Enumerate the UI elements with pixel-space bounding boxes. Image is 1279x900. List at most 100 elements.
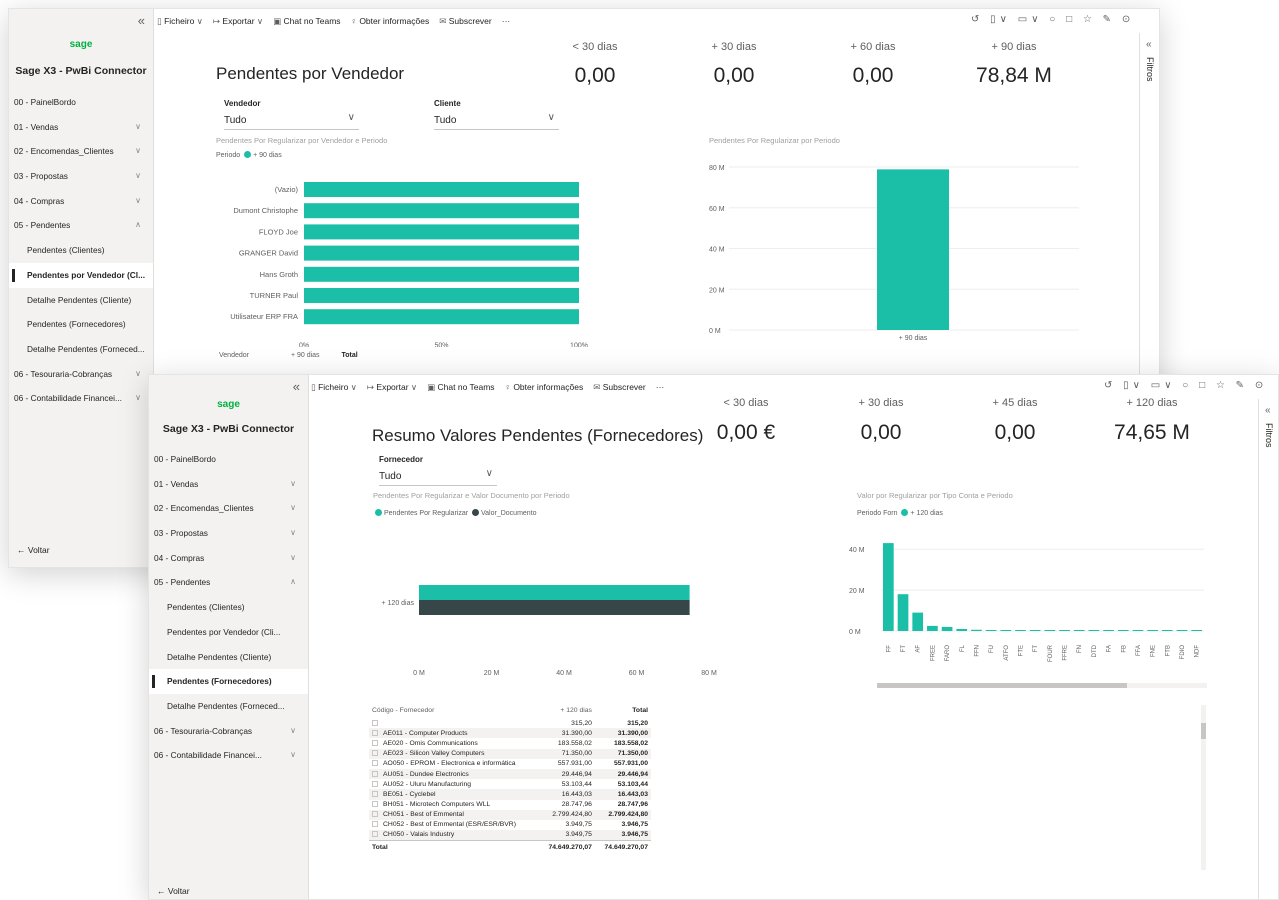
expand-row-icon[interactable] [372, 790, 378, 797]
sidebar-item[interactable]: 06 - Tesouraria-Cobranças ∨ [149, 719, 308, 744]
more-options-icon[interactable]: ··· [502, 16, 511, 26]
expand-row-icon[interactable] [372, 719, 378, 726]
sidebar-item[interactable]: Pendentes por Vendedor (Cli... [149, 620, 308, 645]
sidebar-item[interactable]: 02 - Encomendas_Clientes ∨ [149, 496, 308, 521]
chevron-icon[interactable]: ∨ [135, 189, 141, 214]
file-menu[interactable]: ▯ Ficheiro ∨ [311, 382, 357, 393]
file-menu[interactable]: ▯ Ficheiro ∨ [157, 16, 203, 27]
chevron-icon[interactable]: ∨ [290, 521, 296, 546]
sidebar-item[interactable]: 00 - PainelBordo [9, 90, 153, 115]
sidebar-item[interactable]: 06 - Contabilidade Financei... ∨ [9, 386, 153, 411]
expand-row-icon[interactable] [372, 770, 378, 777]
export-label: Exportar [222, 15, 255, 26]
sidebar-item[interactable]: 03 - Propostas ∨ [9, 164, 153, 189]
filters-pane[interactable]: « Filtros [1258, 399, 1278, 899]
sidebar-item[interactable]: 01 - Vendas ∨ [149, 472, 308, 497]
table-row[interactable]: BE051 - Cyclebel 16.443,03 16.443,03 [369, 789, 651, 800]
chevron-icon[interactable]: ∨ [135, 115, 141, 140]
insights-button[interactable]: ♀ Obter informações [351, 16, 430, 26]
expand-row-icon[interactable] [372, 811, 378, 818]
scrollbar-thumb[interactable] [877, 683, 1127, 688]
sidebar-item[interactable]: Pendentes (Clientes) [149, 595, 308, 620]
sidebar-item[interactable]: 05 - Pendentes ∧ [149, 570, 308, 595]
table-row[interactable]: AO050 - EPROM - Electronica e informátic… [369, 759, 651, 769]
sidebar-item[interactable]: 02 - Encomendas_Clientes ∨ [9, 139, 153, 164]
chevron-icon[interactable]: ∨ [290, 546, 296, 571]
chevron-icon[interactable]: ∨ [290, 743, 296, 768]
sidebar-item[interactable]: Pendentes (Fornecedores) [149, 669, 308, 694]
table-row[interactable]: AU051 - Dundee Electronics 29.446,94 29.44… [369, 768, 651, 780]
insights-button[interactable]: ♀ Obter informações [505, 382, 584, 392]
chevron-icon[interactable]: ∨ [135, 386, 141, 411]
sidebar-item[interactable]: 01 - Vendas ∨ [9, 115, 153, 140]
table-row[interactable]: AE020 - Omis Communications 183.558,02 183… [369, 738, 651, 748]
sidebar-item[interactable]: Detalhe Pendentes (Forneced... [149, 694, 308, 719]
sidebar-item[interactable]: 04 - Compras ∨ [9, 189, 153, 214]
chevron-icon[interactable]: ∧ [135, 213, 141, 238]
toolbar-right-icons[interactable]: ↺ ▯∨ ▭∨ ○ □ ☆ ✎ ⊙ [971, 14, 1134, 25]
chevron-icon[interactable]: ∨ [135, 139, 141, 164]
table-row[interactable]: CH050 - Valais Industry 3.949,75 3.946,75 [369, 830, 651, 841]
chevron-icon[interactable]: ∨ [290, 472, 296, 497]
file-icon: ▯ [157, 15, 162, 26]
table-row[interactable]: CH052 - Best of Emmental (ESR/ESR/BVR) 3.… [369, 820, 651, 830]
x-tick-label: NDF [1195, 645, 1201, 658]
expand-row-icon[interactable] [372, 780, 378, 787]
sidebar-item[interactable]: Pendentes por Vendedor (Cl... [9, 262, 153, 288]
y-tick-label: 20 M [709, 287, 725, 294]
sidebar-item[interactable]: 04 - Compras ∨ [149, 546, 308, 571]
expand-row-icon[interactable] [372, 750, 378, 757]
table-row[interactable]: 315,20 315,20 [369, 718, 651, 728]
scrollbar-thumb[interactable] [1201, 723, 1206, 739]
chevron-icon[interactable]: ∧ [290, 570, 296, 595]
horizontal-scrollbar[interactable] [877, 683, 1207, 688]
expand-row-icon[interactable] [372, 760, 378, 767]
expand-row-icon[interactable] [372, 801, 378, 808]
sidebar-item[interactable]: 06 - Tesouraria-Cobranças ∨ [9, 362, 153, 387]
expand-row-icon[interactable] [372, 821, 378, 828]
expand-filters-icon[interactable]: « [1265, 405, 1271, 416]
expand-row-icon[interactable] [372, 729, 378, 736]
subscribe-button[interactable]: ✉ Subscrever [593, 382, 646, 393]
more-options-icon[interactable]: ··· [656, 382, 665, 392]
chevron-icon[interactable]: ∨ [135, 164, 141, 189]
table-row[interactable]: AE023 - Silicon Valley Computers 71.350,0… [369, 748, 651, 759]
sidebar-item[interactable]: Detalhe Pendentes (Forneced... [9, 337, 153, 362]
expand-row-icon[interactable] [372, 831, 378, 838]
slicer-cliente[interactable]: Tudo ∨ [434, 112, 559, 130]
chevron-icon[interactable]: ∨ [135, 362, 141, 387]
table-row[interactable]: AE011 - Computer Products 31.390,00 31.390… [369, 728, 651, 739]
toolbar-right-icons[interactable]: ↺ ▯∨ ▭∨ ○ □ ☆ ✎ ⊙ [1104, 380, 1267, 391]
expand-row-icon[interactable] [372, 739, 378, 746]
column-header[interactable]: + 120 dias [539, 702, 595, 718]
table-row[interactable]: CH051 - Best of Emmental 2.799.424,80 2.79… [369, 809, 651, 820]
table-row[interactable]: AU052 - Uluru Manufacturing 53.103,44 53.1… [369, 779, 651, 789]
column-header[interactable]: Código - Fornecedor [369, 702, 539, 718]
subscribe-button[interactable]: ✉ Subscrever [439, 16, 492, 27]
export-menu[interactable]: ↦ Exportar ∨ [213, 16, 263, 27]
slicer-fornecedor[interactable]: Tudo ∨ [379, 468, 497, 486]
sidebar-item[interactable]: 05 - Pendentes ∧ [9, 213, 153, 238]
back-button[interactable]: ← Voltar [17, 545, 50, 555]
back-button[interactable]: ← Voltar [157, 886, 190, 896]
chevron-icon[interactable]: ∨ [290, 496, 296, 521]
table-row[interactable]: BH051 - Microtech Computers WLL 28.747,96… [369, 800, 651, 810]
teams-button[interactable]: ▣ Chat no Teams [427, 382, 494, 393]
expand-filters-icon[interactable]: « [1146, 39, 1152, 50]
vertical-scrollbar[interactable] [1201, 705, 1206, 870]
collapse-sidebar-icon[interactable]: « [138, 13, 145, 28]
sidebar-item[interactable]: 00 - PainelBordo [149, 447, 308, 472]
teams-button[interactable]: ▣ Chat no Teams [273, 16, 340, 27]
sidebar-item[interactable]: 03 - Propostas ∨ [149, 521, 308, 546]
column-header[interactable]: Total [595, 702, 651, 718]
chevron-icon[interactable]: ∨ [290, 719, 296, 744]
collapse-sidebar-icon[interactable]: « [293, 379, 300, 394]
slicer-vendedor[interactable]: Tudo ∨ [224, 112, 359, 130]
sidebar-item[interactable]: Detalhe Pendentes (Cliente) [149, 645, 308, 670]
legend-dot [244, 151, 252, 158]
export-menu[interactable]: ↦ Exportar ∨ [367, 382, 417, 393]
sidebar-item[interactable]: Detalhe Pendentes (Cliente) [9, 288, 153, 313]
sidebar-item[interactable]: Pendentes (Clientes) [9, 238, 153, 263]
sidebar-item[interactable]: Pendentes (Fornecedores) [9, 312, 153, 337]
sidebar-item[interactable]: 06 - Contabilidade Financei... ∨ [149, 743, 308, 768]
